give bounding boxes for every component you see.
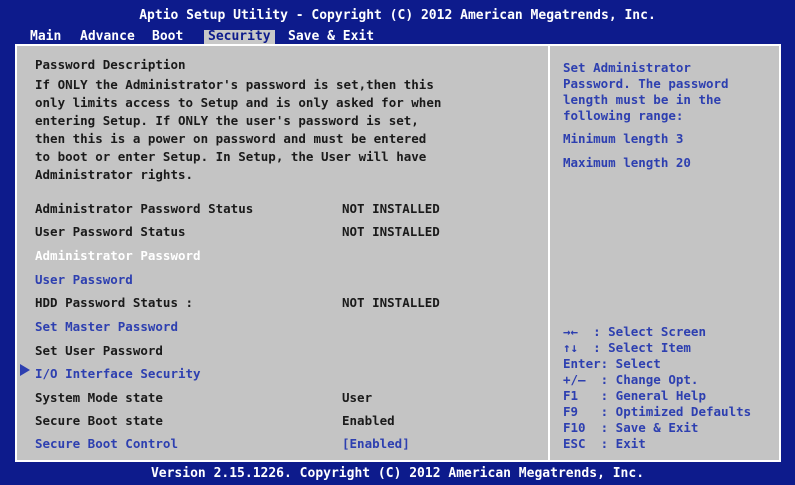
user-password-status-label: User Password Status <box>35 224 186 239</box>
help-min-length: Minimum length 3 <box>563 131 684 146</box>
user-password-item[interactable]: User Password <box>35 272 133 287</box>
admin-password-status-value: NOT INSTALLED <box>342 201 440 216</box>
help-line: Set Administrator <box>563 60 691 75</box>
system-mode-state-value: User <box>342 390 373 405</box>
administrator-password-item[interactable]: Administrator Password <box>35 248 201 263</box>
submenu-arrow-icon <box>20 364 30 376</box>
menu-save-exit[interactable]: Save & Exit <box>284 30 378 44</box>
key-hint: ESC : Exit <box>563 436 646 451</box>
title-text: Aptio Setup Utility - Copyright (C) 2012… <box>139 8 656 23</box>
help-max-length: Maximum length 20 <box>563 155 691 170</box>
menu-security[interactable]: Security <box>204 30 275 44</box>
help-line: following range: <box>563 108 684 123</box>
secure-boot-state-value: Enabled <box>342 413 395 428</box>
help-line: Password. The password <box>563 76 729 91</box>
section-title: Password Description <box>35 57 186 72</box>
description-line: then this is a power on password and mus… <box>35 131 427 146</box>
key-hint: →← : Select Screen <box>563 324 706 339</box>
menu-boot[interactable]: Boot <box>148 30 187 44</box>
secure-boot-state-label: Secure Boot state <box>35 413 163 428</box>
password-description: If ONLY the Administrator's password is … <box>35 76 441 184</box>
key-hint: F1 : General Help <box>563 388 706 403</box>
key-hint: F9 : Optimized Defaults <box>563 404 752 419</box>
key-hint: ↑↓ : Select Item <box>563 340 691 355</box>
description-line: to boot or enter Setup. In Setup, the Us… <box>35 149 427 164</box>
set-user-password-label: Set User Password <box>35 343 163 358</box>
version-footer: Version 2.15.1226. Copyright (C) 2012 Am… <box>150 466 645 481</box>
key-hint: Enter: Select <box>563 356 661 371</box>
io-interface-security-item[interactable]: I/O Interface Security <box>35 366 201 381</box>
secure-boot-control-item[interactable]: Secure Boot Control <box>35 436 178 451</box>
key-hint: F10 : Save & Exit <box>563 420 699 435</box>
system-mode-state-label: System Mode state <box>35 390 163 405</box>
hdd-password-status-value: NOT INSTALLED <box>342 295 440 310</box>
user-password-status-value: NOT INSTALLED <box>342 224 440 239</box>
key-legend: →← : Select Screen ↑↓ : Select Item Ente… <box>563 324 751 452</box>
description-line: If ONLY the Administrator's password is … <box>35 77 434 92</box>
menu-main[interactable]: Main <box>26 30 65 44</box>
menu-advance[interactable]: Advance <box>76 30 139 44</box>
key-hint: +/— : Change Opt. <box>563 372 699 387</box>
panel-divider <box>548 44 550 462</box>
description-line: Administrator rights. <box>35 167 194 182</box>
admin-password-status-label: Administrator Password Status <box>35 201 254 216</box>
help-line: length must be in the <box>563 92 722 107</box>
description-line: entering Setup. If ONLY the user's passw… <box>35 113 419 128</box>
secure-boot-control-value[interactable]: [Enabled] <box>342 436 410 451</box>
description-line: only limits access to Setup and is only … <box>35 95 442 110</box>
bios-screen: Aptio Setup Utility - Copyright (C) 2012… <box>0 0 795 485</box>
set-master-password-item[interactable]: Set Master Password <box>35 319 178 334</box>
hdd-password-status-label: HDD Password Status : <box>35 295 194 310</box>
